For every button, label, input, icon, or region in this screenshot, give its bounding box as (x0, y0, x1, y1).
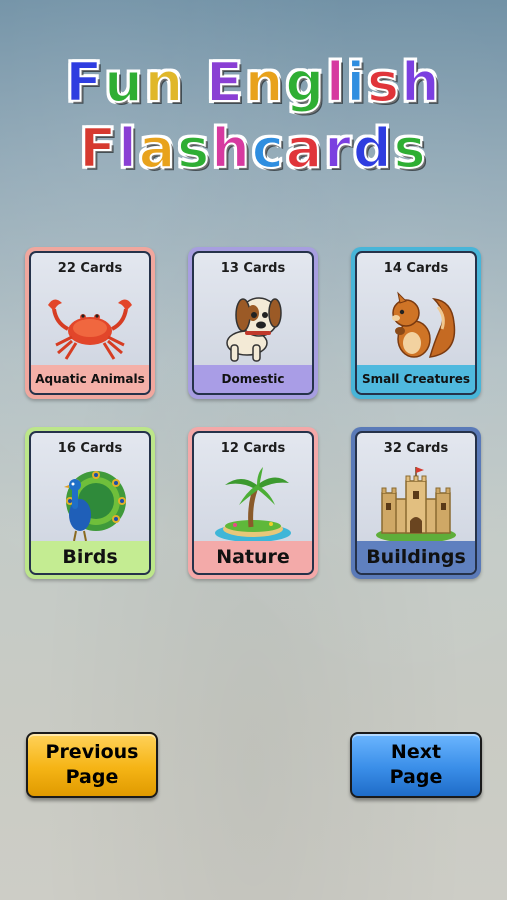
category-card-buildings[interactable]: 32 Cards Buildings (351, 427, 481, 579)
title-letter: g (284, 51, 326, 114)
title-letter: h (400, 51, 442, 114)
app-title-line2: Flashcards (0, 117, 507, 180)
next-button-label-line1: Next (390, 741, 442, 763)
squirrel-icon (392, 291, 456, 358)
title-letter: l (117, 117, 139, 180)
previous-button-label-line1: Previous (45, 741, 139, 763)
card-label: Small Creatures (357, 365, 475, 393)
card-count: 12 Cards (220, 441, 286, 456)
card-count: 22 Cards (57, 261, 123, 276)
category-card-domestic-animals[interactable]: 13 Cards Domestic Animals (188, 247, 318, 399)
title-letter: n (244, 51, 286, 114)
title-letter: n (144, 51, 186, 114)
card-label: Aquatic Animals (31, 365, 149, 393)
crab-icon (48, 299, 132, 360)
title-letter: s (366, 51, 402, 114)
card-count: 14 Cards (383, 261, 449, 276)
category-card-birds[interactable]: 16 Cards Birds (25, 427, 155, 579)
category-card-aquatic-animals[interactable]: 22 Cards Aquatic Animals (25, 247, 155, 399)
card-label: Domestic Animals (194, 365, 312, 393)
card-label: Nature (194, 541, 312, 573)
card-label: Buildings (357, 541, 475, 573)
title-letter: l (325, 51, 347, 114)
title-letter: r (323, 117, 353, 180)
title-letter: d (352, 117, 394, 180)
title-letter (185, 56, 206, 110)
title-letter: a (285, 117, 325, 180)
title-letter: s (176, 117, 212, 180)
title-letter: F (78, 117, 119, 180)
title-letter: u (103, 51, 145, 114)
next-button-label-line2: Page (389, 766, 443, 788)
peacock-icon (64, 471, 126, 542)
card-count: 13 Cards (220, 261, 286, 276)
title-letter: F (64, 51, 105, 114)
title-letter: E (205, 51, 245, 114)
card-label: Birds (31, 541, 149, 573)
title-letter: i (346, 51, 368, 114)
title-letter: a (138, 117, 178, 180)
previous-button-label-line2: Page (65, 766, 119, 788)
card-count: 16 Cards (57, 441, 123, 456)
app-title-line1: Fun English (0, 51, 507, 114)
category-card-nature[interactable]: 12 Cards Nature (188, 427, 318, 579)
card-count: 32 Cards (383, 441, 449, 456)
category-card-small-creatures[interactable]: 14 Cards Small Creatures (351, 247, 481, 399)
palm-island-icon (215, 467, 291, 542)
title-letter: h (210, 117, 252, 180)
castle-icon (376, 467, 456, 543)
title-letter: c (251, 117, 286, 180)
previous-page-button[interactable]: Previous Page (26, 732, 158, 798)
next-page-button[interactable]: Next Page (350, 732, 482, 798)
title-letter: s (393, 117, 428, 180)
dog-icon (226, 297, 282, 362)
